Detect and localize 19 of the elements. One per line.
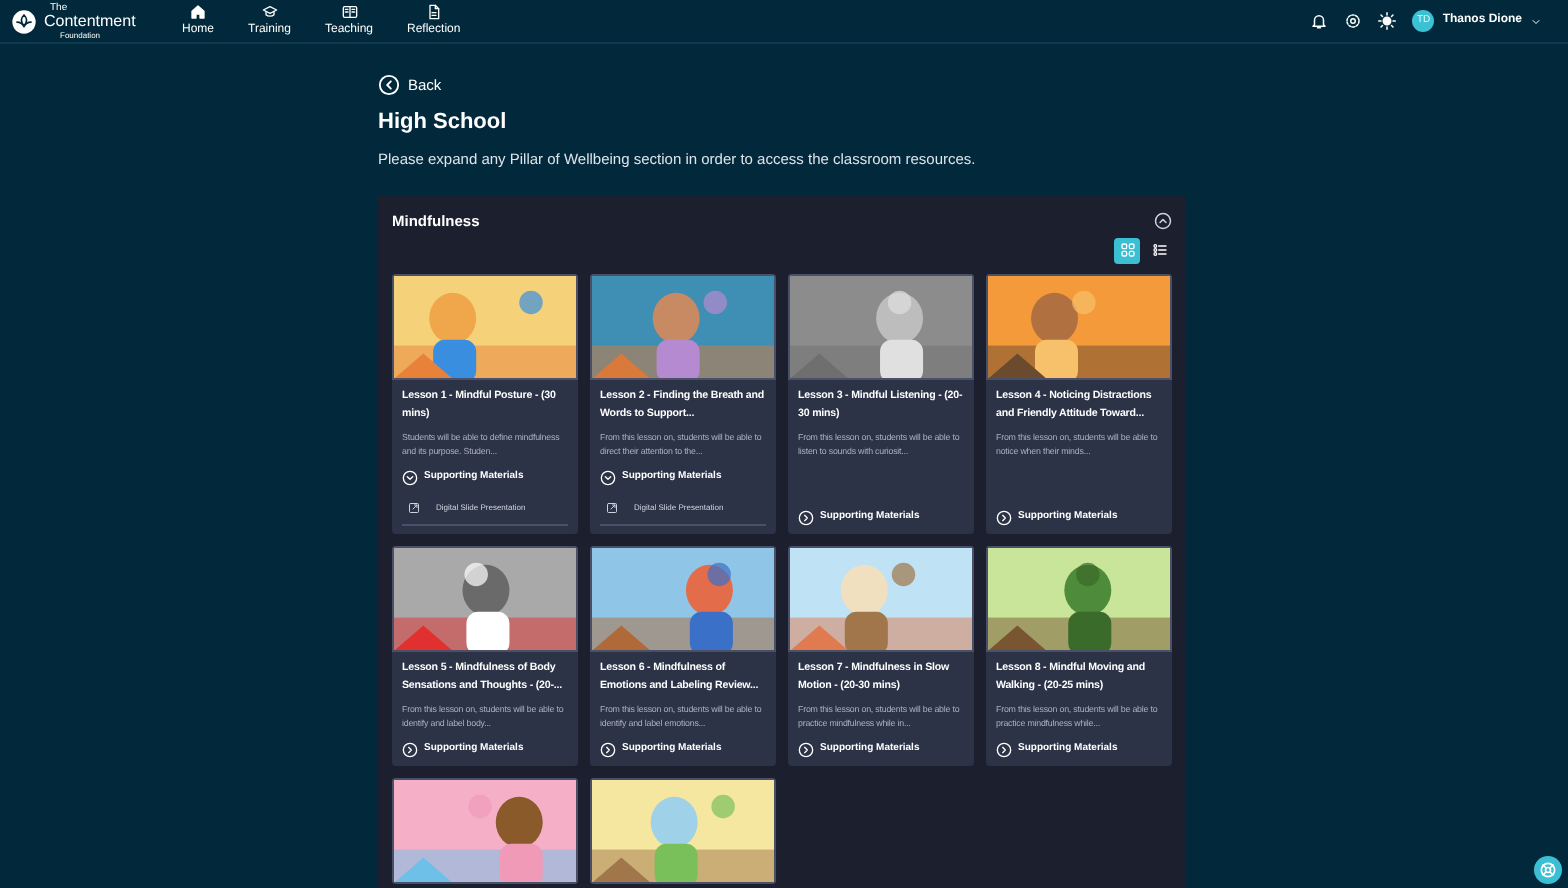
help-button[interactable] [1534,856,1562,884]
sun-icon[interactable] [1378,12,1397,30]
home-icon [190,3,206,19]
document-icon [425,3,442,19]
page-title: High School [378,108,509,137]
lifebuoy-icon [1538,860,1558,880]
grid-view-button[interactable] [1114,237,1140,264]
graduation-cap-icon [261,3,278,19]
external-link-icon [606,501,618,514]
chevron-down-icon[interactable] [1530,15,1542,27]
grid-icon [1119,242,1135,259]
bell-icon[interactable] [1310,12,1329,30]
logo-icon [10,7,38,35]
collapse-icon[interactable] [1154,211,1172,230]
book-icon [341,3,357,19]
settings-icon[interactable] [1344,12,1363,30]
filter-list-icon [1151,242,1167,259]
external-link-icon [408,501,420,514]
logo-text: Contentment [44,13,136,29]
